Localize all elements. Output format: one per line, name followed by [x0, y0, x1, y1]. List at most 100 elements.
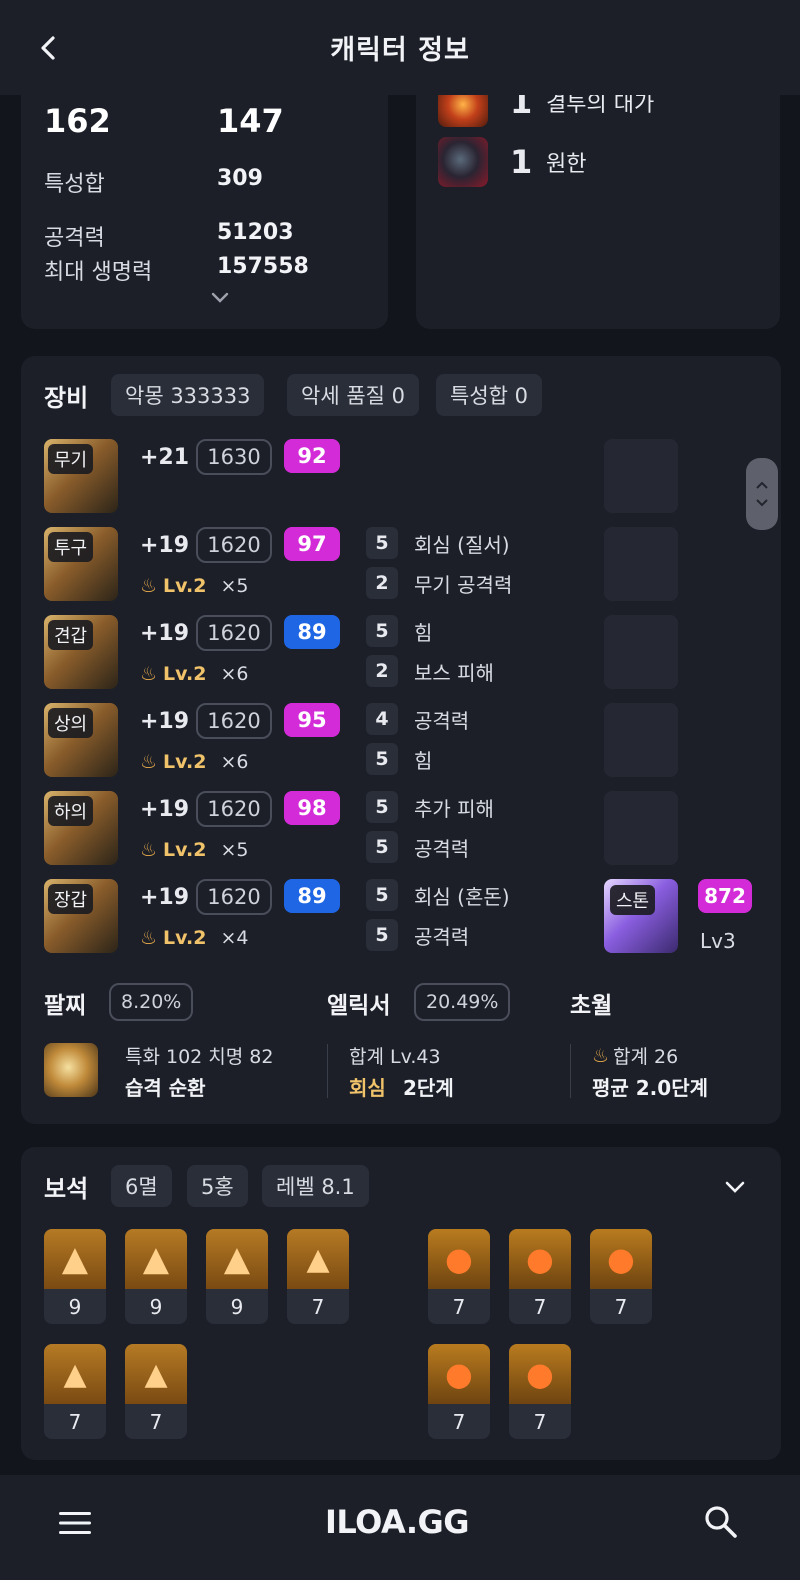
bracelet-percent: 8.20%	[109, 983, 194, 1021]
engraving-count: 1	[510, 143, 533, 181]
slot-tag: 장갑	[48, 884, 94, 914]
empty-slot	[604, 615, 678, 689]
engraving-row[interactable]: 1 원한	[438, 137, 586, 187]
stat-label: 공격력	[44, 226, 105, 251]
search-icon[interactable]	[704, 1505, 738, 1539]
slot-tag: 투구	[48, 532, 94, 562]
gem-damage[interactable]: ▲ 7	[287, 1229, 349, 1324]
effect-line: 5 추가 피해	[366, 791, 494, 823]
equipment-row-gloves[interactable]: 장갑 +19 1620 89 ♨ Lv.2 ×4 5 회심 (혼돈) 5 공격력 스…	[44, 879, 754, 959]
equipment-row-chest[interactable]: 상의 +19 1620 95 ♨ Lv.2 ×6 4 공격력 5힘	[44, 703, 754, 783]
gem-cooldown[interactable]: ● 7	[428, 1344, 490, 1439]
expand-chevron-icon[interactable]	[211, 292, 229, 304]
effect-line: 2 무기 공격력	[366, 567, 512, 599]
divider	[570, 1044, 571, 1098]
quality-badge: 98	[284, 791, 340, 825]
item-level-badge: 1620	[196, 703, 272, 739]
effect-line: 5 회심 (질서)	[366, 527, 510, 559]
transcend-total-line: ♨ 합계 26	[592, 1044, 679, 1069]
transcend-flame-icon: ♨	[140, 663, 158, 685]
effect-line: 2 보스 피해	[366, 655, 494, 687]
weapon-image: 무기	[44, 439, 118, 513]
stat-label: 최대 생명력	[44, 260, 153, 285]
item-level-badge: 1630	[196, 439, 272, 475]
equipment-row-helmet[interactable]: 투구 +19 1620 97 ♨ Lv.2 ×5 5 회심 (질서) 2 무기 공격…	[44, 527, 754, 607]
back-button[interactable]	[28, 28, 68, 68]
scroll-handle[interactable]	[746, 458, 778, 530]
honing-level: +19	[140, 885, 190, 910]
gem-cooldown[interactable]: ● 7	[509, 1229, 571, 1324]
quality-badge: 97	[284, 527, 340, 561]
transcend-flame-icon: ♨	[140, 751, 158, 773]
helmet-image: 투구	[44, 527, 118, 601]
gem-pill: 레벨 8.1	[262, 1165, 369, 1207]
app-header: 캐릭터 정보	[0, 0, 800, 95]
transcend-flame-icon: ♨	[140, 927, 158, 949]
pants-image: 하의	[44, 791, 118, 865]
gems-card: 보석 6멸 5홍 레벨 8.1 ▲ 9 ▲ 9 ▲ 9 ▲ 7 ▲ 7 ▲ 7 ● 7 ● 7 …	[21, 1147, 781, 1460]
honing-level: +19	[140, 621, 190, 646]
gem-pill: 5홍	[187, 1165, 248, 1207]
bottom-bar: ILOA.GG	[0, 1475, 800, 1580]
page-title: 캐릭터 정보	[330, 35, 470, 66]
item-level-badge: 1620	[196, 879, 272, 915]
shoulder-image: 견갑	[44, 615, 118, 689]
chevron-down-icon	[756, 499, 768, 507]
stat-label: 특성합	[44, 172, 105, 197]
stat-value: 309	[217, 166, 263, 191]
quality-badge: 92	[284, 439, 340, 473]
equipment-row-weapon[interactable]: 무기 +21 1630 92	[44, 439, 754, 519]
gems-title: 보석	[44, 1175, 89, 1203]
stone-quality-badge: 872	[698, 879, 752, 913]
honing-level: +21	[140, 445, 190, 470]
slot-tag: 스톤	[610, 885, 656, 915]
gem-cooldown[interactable]: ● 7	[509, 1344, 571, 1439]
effect-line: 5힘	[366, 743, 432, 775]
transcend-average: 평균 2.0단계	[592, 1076, 708, 1100]
bracelet-section: 팔찌	[44, 986, 86, 1020]
engraving-name: 원한	[546, 152, 587, 177]
gem-damage[interactable]: ▲ 9	[44, 1229, 106, 1324]
equipment-row-pants[interactable]: 하의 +19 1620 98 ♨ Lv.2 ×5 5 추가 피해 5 공격력	[44, 791, 754, 871]
slot-tag: 무기	[48, 444, 94, 474]
menu-icon[interactable]	[58, 1509, 92, 1537]
gem-damage[interactable]: ▲ 7	[44, 1344, 106, 1439]
gem-cooldown[interactable]: ● 7	[590, 1229, 652, 1324]
honing-level: +19	[140, 533, 190, 558]
elixir-set-name: 회심	[349, 1076, 386, 1100]
slot-tag: 견갑	[48, 620, 94, 650]
gem-damage[interactable]: ▲ 7	[125, 1344, 187, 1439]
equipment-row-shoulder[interactable]: 견갑 +19 1620 89 ♨ Lv.2 ×6 5힘 2 보스 피해	[44, 615, 754, 695]
transcend-section: 초월	[570, 986, 612, 1020]
quality-badge: 95	[284, 703, 340, 737]
quality-badge: 89	[284, 615, 340, 649]
slot-tag: 상의	[48, 708, 94, 738]
slot-tag: 하의	[48, 796, 94, 826]
transcend-flame-icon: ♨	[140, 575, 158, 597]
empty-slot	[604, 703, 678, 777]
gem-cooldown[interactable]: ● 7	[428, 1229, 490, 1324]
collapse-chevron-icon[interactable]	[725, 1181, 745, 1194]
transcend-level: ♨ Lv.2 ×6	[140, 663, 249, 685]
engravings-card: 1 결투의 대가 1 원한	[416, 60, 780, 329]
transcend-flame-icon: ♨	[592, 1044, 610, 1067]
transcend-level: ♨ Lv.2 ×6	[140, 751, 249, 773]
item-level-badge: 1620	[196, 527, 272, 563]
gloves-image: 장갑	[44, 879, 118, 953]
chevron-left-icon	[41, 36, 55, 60]
elixir-total: 합계 Lv.43	[349, 1046, 441, 1068]
effect-line: 5 공격력	[366, 919, 469, 951]
site-logo[interactable]: ILOA.GG	[325, 1503, 470, 1541]
equipment-title: 장비	[44, 384, 89, 412]
bracelet-icon[interactable]	[44, 1043, 98, 1097]
stat-value-left: 162	[44, 102, 111, 140]
elixir-percent: 20.49%	[414, 983, 511, 1021]
gem-damage[interactable]: ▲ 9	[206, 1229, 268, 1324]
ability-stone-image[interactable]: 스톤	[604, 879, 678, 953]
equipment-pill: 특성합 0	[436, 374, 542, 416]
gem-damage[interactable]: ▲ 9	[125, 1229, 187, 1324]
effect-line: 5 공격력	[366, 831, 469, 863]
chest-image: 상의	[44, 703, 118, 777]
bracelet-title: 팔찌	[44, 993, 87, 1019]
transcend-level: ♨ Lv.2 ×4	[140, 927, 249, 949]
